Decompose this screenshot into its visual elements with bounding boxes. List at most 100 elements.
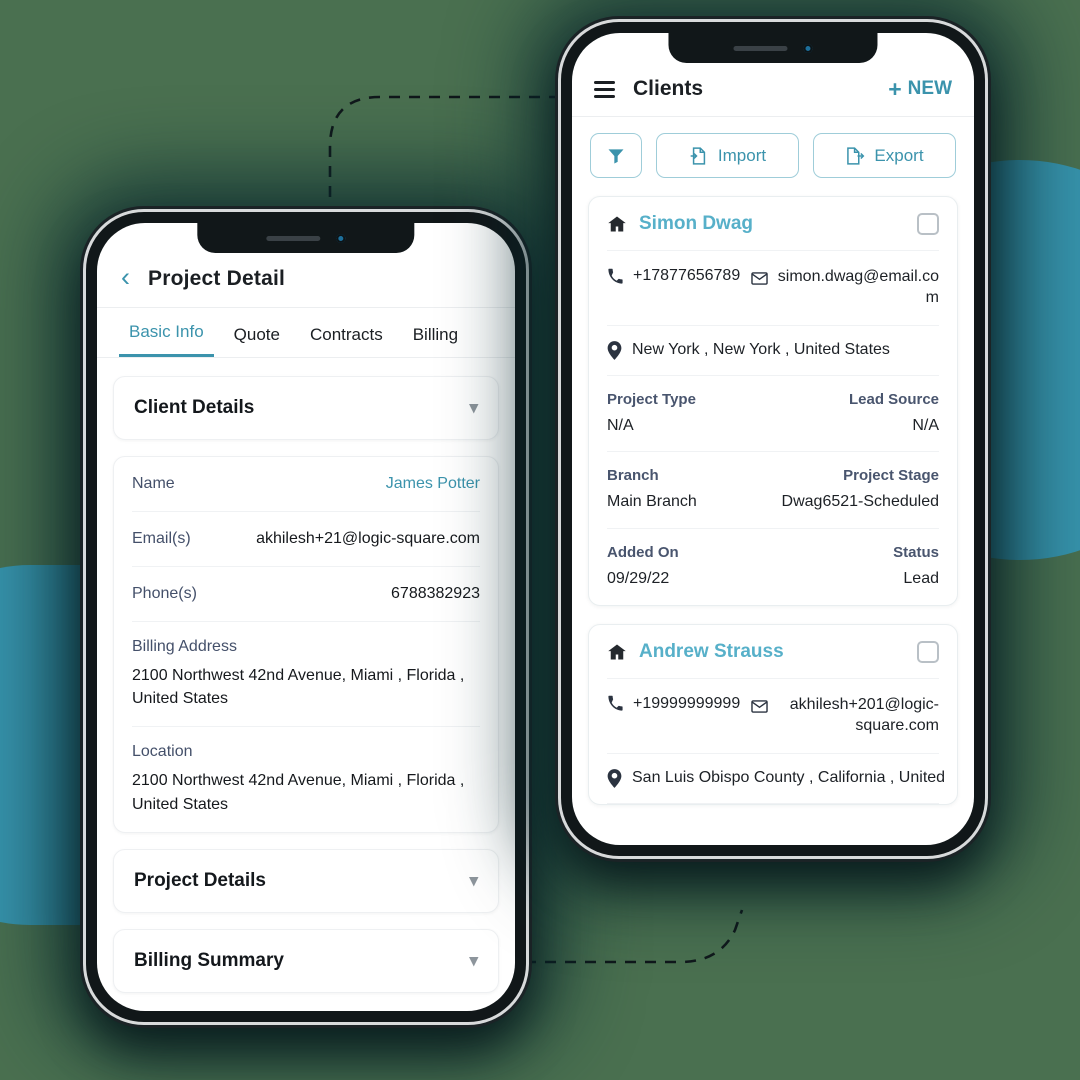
meta-label: Status — [893, 544, 939, 562]
client-location-text: San Luis Obispo County , California , Un… — [632, 769, 946, 787]
client-card-header: Simon Dwag — [607, 197, 939, 251]
tab-contracts[interactable]: Contracts — [300, 311, 393, 357]
client-location: New York , New York , United States — [607, 326, 939, 376]
field-label: Email(s) — [132, 530, 191, 547]
app-bar: ‹ Project Detail — [97, 253, 515, 308]
section-billing-summary[interactable]: Billing Summary ▾ — [113, 928, 499, 993]
meta-value: N/A — [607, 416, 634, 434]
client-meta-row: Added On Status 09/29/22 Lead — [607, 529, 939, 605]
map-pin-icon — [607, 340, 622, 360]
phone-icon — [607, 268, 624, 285]
envelope-icon — [750, 697, 769, 716]
add-new-label: NEW — [907, 78, 952, 99]
tab-quote[interactable]: Quote — [224, 311, 290, 357]
meta-value: 09/29/22 — [607, 570, 670, 588]
field-name: Name James Potter — [132, 457, 480, 512]
hamburger-menu-icon[interactable] — [594, 80, 615, 98]
chevron-down-icon[interactable]: ▾ — [469, 398, 478, 418]
meta-label: Project Type — [607, 390, 696, 408]
export-button[interactable]: Export — [813, 133, 956, 178]
phone-screen-bezel: Clients + NEW Import Export Simon Dwag +… — [572, 33, 974, 845]
earpiece-speaker-icon — [266, 235, 321, 241]
chevron-down-icon[interactable]: ▾ — [469, 951, 478, 971]
checkbox-unchecked-icon[interactable] — [917, 640, 939, 663]
section-client-details[interactable]: Client Details ▾ — [113, 376, 499, 440]
phone-icon — [607, 695, 624, 712]
client-email-text: akhilesh+201@logic-square.com — [789, 695, 939, 734]
tab-basic-info[interactable]: Basic Info — [119, 308, 214, 357]
field-value: 6788382923 — [391, 585, 480, 602]
field-value: 2100 Northwest 42nd Avenue, Miami , Flor… — [132, 772, 465, 813]
meta-value: N/A — [912, 416, 939, 434]
accordion-header[interactable]: Billing Summary ▾ — [114, 930, 498, 992]
field-label: Location — [132, 743, 193, 761]
meta-value: Main Branch — [607, 493, 697, 511]
client-name[interactable]: Simon Dwag — [639, 213, 753, 235]
envelope-icon — [750, 269, 769, 288]
client-email[interactable]: akhilesh+201@logic-square.com — [750, 695, 939, 737]
client-phone[interactable]: +17877656789 — [607, 267, 740, 285]
chevron-left-icon[interactable]: ‹ — [121, 264, 130, 291]
export-label: Export — [874, 145, 924, 165]
filter-button[interactable] — [590, 133, 642, 178]
client-phone-text: +17877656789 — [633, 267, 741, 284]
plus-icon: + — [888, 75, 902, 102]
client-location-text: New York , New York , United States — [632, 341, 890, 359]
page-title: Project Detail — [148, 267, 286, 290]
section-title: Client Details — [134, 397, 255, 418]
client-phone[interactable]: +19999999999 — [607, 695, 740, 713]
client-details-fields: Name James Potter Email(s) akhilesh+21@l… — [113, 456, 499, 833]
document-export-icon — [845, 146, 865, 166]
client-email[interactable]: simon.dwag@email.com — [750, 267, 939, 309]
earpiece-speaker-icon — [733, 45, 788, 51]
field-value: 2100 Northwest 42nd Avenue, Miami , Flor… — [132, 667, 465, 708]
meta-label: Lead Source — [848, 390, 939, 408]
section-project-details[interactable]: Project Details ▾ — [113, 848, 499, 913]
clients-toolbar: Import Export — [572, 117, 974, 190]
meta-label: Added On — [607, 544, 679, 562]
client-card[interactable]: Simon Dwag +17877656789 simon.dwag@email… — [588, 196, 958, 606]
tab-bar: Basic Info Quote Contracts Billing — [97, 308, 515, 358]
field-label: Phone(s) — [132, 585, 197, 602]
client-name[interactable]: Andrew Strauss — [639, 641, 784, 663]
map-pin-icon — [607, 768, 622, 788]
front-camera-icon — [803, 43, 813, 53]
clients-screen: Clients + NEW Import Export Simon Dwag +… — [572, 33, 974, 845]
client-location: San Luis Obispo County , California , Un… — [607, 754, 945, 804]
field-phones: Phone(s) 6788382923 — [132, 567, 480, 622]
field-label: Billing Address — [132, 638, 237, 655]
client-contact-row: +19999999999 akhilesh+201@logic-square.c… — [607, 679, 939, 754]
phone-notch — [668, 33, 878, 63]
import-button[interactable]: Import — [656, 133, 799, 178]
client-meta-row: Project Type Lead Source N/A N/A — [607, 376, 939, 453]
document-import-icon — [689, 146, 709, 166]
front-camera-icon — [336, 233, 346, 243]
page-title: Clients — [633, 77, 704, 100]
project-detail-screen: ‹ Project Detail Basic Info Quote Contra… — [97, 223, 515, 1011]
tab-billing[interactable]: Billing — [403, 311, 468, 357]
field-value[interactable]: James Potter — [386, 475, 480, 493]
client-meta-row: Branch Project Stage Main Branch Dwag652… — [607, 452, 939, 530]
field-label: Name — [132, 475, 175, 492]
clients-phone: Clients + NEW Import Export Simon Dwag +… — [561, 22, 985, 856]
basic-info-content: Client Details ▾ Name James Potter Email… — [97, 358, 515, 993]
chevron-down-icon[interactable]: ▾ — [469, 871, 478, 891]
meta-label: Project Stage — [843, 467, 939, 485]
checkbox-unchecked-icon[interactable] — [917, 213, 939, 235]
import-label: Import — [717, 145, 767, 165]
field-location: Location 2100 Northwest 42nd Avenue, Mia… — [132, 727, 480, 831]
home-icon — [607, 214, 627, 234]
client-contact-row: +17877656789 simon.dwag@email.com — [607, 251, 939, 326]
meta-label: Branch — [607, 467, 659, 485]
accordion-header[interactable]: Client Details ▾ — [114, 377, 498, 439]
section-title: Project Details — [134, 869, 266, 891]
field-billing-address: Billing Address 2100 Northwest 42nd Aven… — [132, 622, 480, 728]
accordion-header[interactable]: Project Details ▾ — [114, 850, 498, 912]
client-card[interactable]: Andrew Strauss +19999999999 akhilesh+201… — [588, 623, 958, 805]
client-email-text: simon.dwag@email.com — [777, 268, 939, 306]
client-card-header: Andrew Strauss — [607, 625, 939, 679]
meta-value: Dwag6521-Scheduled — [781, 493, 939, 511]
project-detail-phone: ‹ Project Detail Basic Info Quote Contra… — [86, 212, 526, 1022]
add-new-button[interactable]: + NEW — [888, 75, 952, 102]
app-bar: Clients + NEW — [572, 63, 974, 117]
